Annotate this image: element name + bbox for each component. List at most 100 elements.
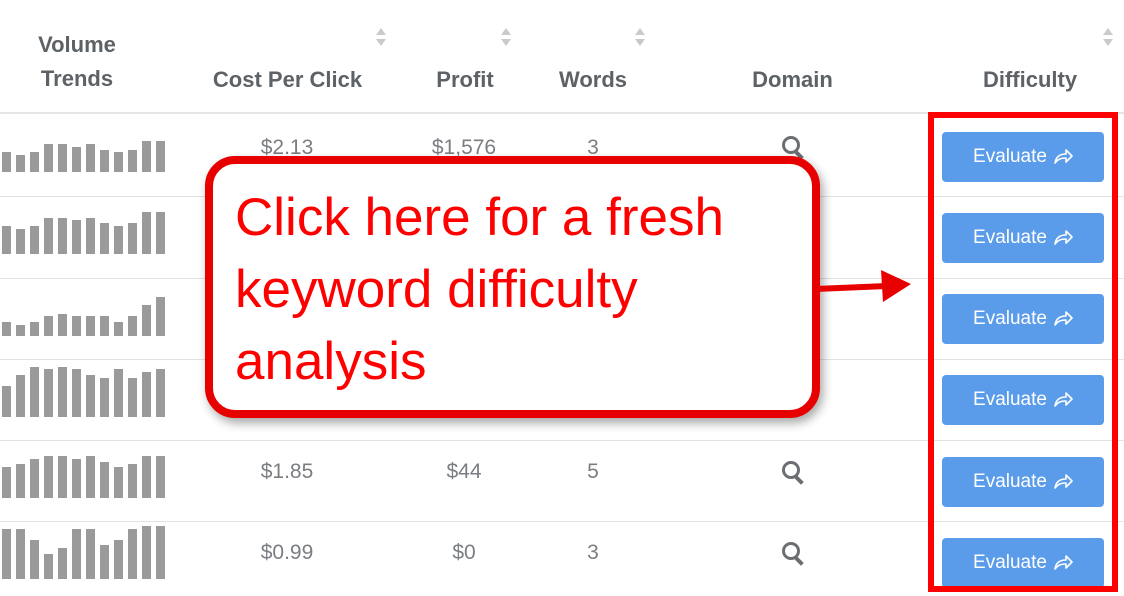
trend-bar [128, 223, 137, 254]
trend-bar [72, 369, 81, 417]
trend-bar [142, 141, 151, 172]
trend-bar [30, 367, 39, 417]
trend-bar [30, 540, 39, 579]
volume-trend-chart [2, 442, 172, 498]
trend-bar [16, 529, 25, 579]
trend-bar [156, 297, 165, 336]
trend-bar [72, 147, 81, 172]
trend-bar [30, 459, 39, 498]
trend-bar [142, 372, 151, 417]
trend-bar [58, 456, 67, 498]
profit-value: $0 [452, 541, 476, 564]
header-difficulty[interactable]: Difficulty [970, 63, 1090, 97]
cpc-value: $0.99 [260, 541, 314, 564]
trend-bar [44, 316, 53, 336]
trend-bar [58, 314, 67, 336]
trend-bar [58, 367, 67, 417]
header-profit[interactable]: Profit [420, 63, 510, 97]
sort-icon[interactable] [500, 27, 512, 47]
volume-trend-chart [2, 523, 172, 579]
trend-bar [2, 529, 11, 579]
trend-bar [114, 152, 123, 172]
trend-bar [58, 548, 67, 579]
trend-bar [30, 152, 39, 172]
trend-bar [142, 305, 151, 336]
trend-bar [128, 378, 137, 417]
words-value: 3 [587, 541, 599, 564]
trend-bar [2, 226, 11, 254]
trend-bar [44, 218, 53, 254]
trend-bar [72, 220, 81, 254]
trend-bar [16, 155, 25, 172]
volume-trend-chart [2, 361, 172, 417]
trend-bar [30, 226, 39, 254]
trend-bar [156, 141, 165, 172]
trend-bar [114, 467, 123, 498]
trend-bar [2, 152, 11, 172]
trend-bar [30, 322, 39, 336]
trend-bar [142, 456, 151, 498]
trend-bar [16, 375, 25, 417]
trend-bar [86, 456, 95, 498]
trend-bar [128, 464, 137, 498]
header-words[interactable]: Words [548, 63, 638, 97]
trend-bar [86, 529, 95, 579]
trend-bar [100, 150, 109, 172]
trend-bar [86, 144, 95, 172]
trend-bar [100, 545, 109, 579]
trend-bar [142, 526, 151, 579]
volume-trend-chart [2, 280, 172, 336]
sort-icon[interactable] [634, 27, 646, 47]
callout-text: Click here for a fresh keyword difficult… [235, 188, 724, 391]
trend-bar [44, 554, 53, 579]
trend-bar [142, 212, 151, 254]
trend-bar [156, 456, 165, 498]
trend-bar [86, 375, 95, 417]
trend-bar [44, 369, 53, 417]
volume-trend-chart [2, 198, 172, 254]
profit-value: $44 [446, 460, 482, 483]
sort-icon[interactable] [1102, 27, 1114, 47]
trend-bar [86, 218, 95, 254]
callout-arrow [815, 270, 911, 302]
search-icon[interactable] [781, 460, 805, 484]
trend-bar [156, 369, 165, 417]
trend-bar [16, 325, 25, 336]
sort-icon[interactable] [375, 27, 387, 47]
trend-bar [114, 226, 123, 254]
trend-bar [44, 456, 53, 498]
header-volume-trends[interactable]: Volume Trends [22, 28, 132, 96]
trend-bar [100, 316, 109, 336]
trend-bar [44, 144, 53, 172]
trend-bar [16, 464, 25, 498]
trend-bar [128, 316, 137, 336]
trend-bar [114, 322, 123, 336]
trend-bar [2, 467, 11, 498]
trend-bar [58, 144, 67, 172]
trend-bar [72, 459, 81, 498]
trend-bar [58, 218, 67, 254]
header-cost-per-click[interactable]: Cost Per Click [195, 63, 380, 97]
trend-bar [2, 322, 11, 336]
search-icon[interactable] [781, 541, 805, 565]
trend-bar [100, 223, 109, 254]
volume-trend-chart [2, 116, 172, 172]
highlight-frame [928, 112, 1118, 592]
trend-bar [114, 369, 123, 417]
trend-bar [100, 378, 109, 417]
trend-bar [72, 316, 81, 336]
trend-bar [114, 540, 123, 579]
trend-bar [16, 229, 25, 254]
trend-bar [72, 529, 81, 579]
callout-box: Click here for a fresh keyword difficult… [205, 156, 820, 418]
cpc-value: $1.85 [260, 460, 314, 483]
trend-bar [86, 316, 95, 336]
trend-bar [2, 386, 11, 417]
trend-bar [156, 526, 165, 579]
header-domain[interactable]: Domain [740, 63, 845, 97]
words-value: 5 [587, 460, 599, 483]
trend-bar [128, 150, 137, 172]
trend-bar [128, 529, 137, 579]
trend-bar [100, 462, 109, 498]
trend-bar [156, 212, 165, 254]
